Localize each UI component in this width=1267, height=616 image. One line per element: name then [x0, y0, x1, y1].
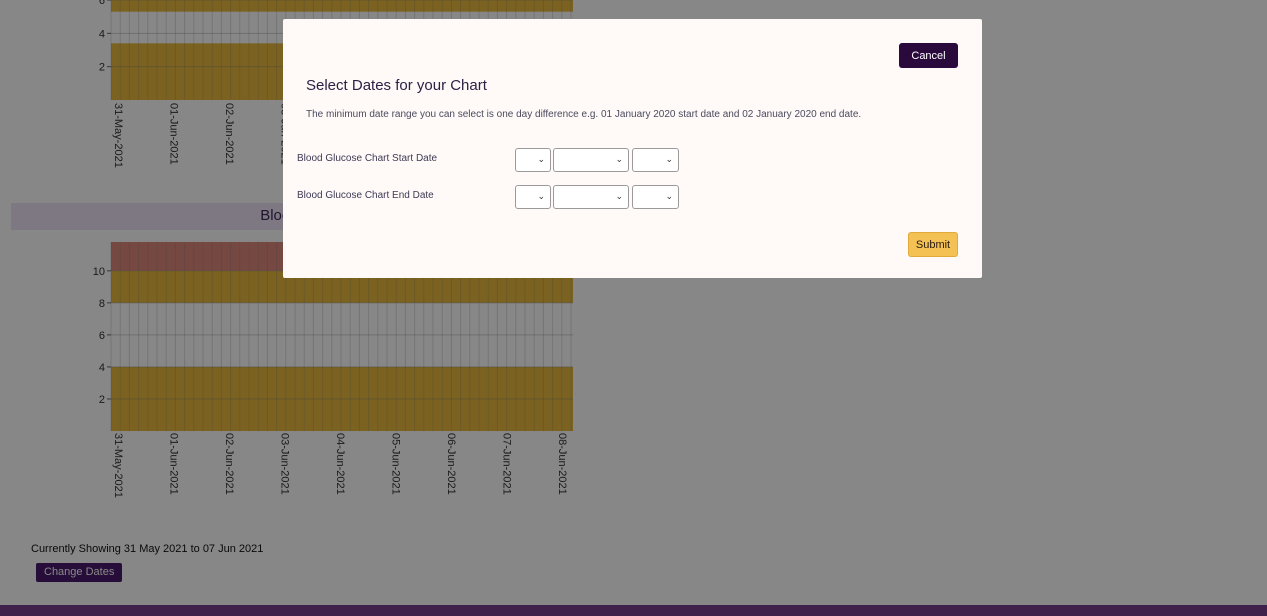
start-day-select[interactable]: ⌄: [515, 148, 551, 172]
modal-title: Select Dates for your Chart: [306, 77, 487, 94]
start-year-select[interactable]: ⌄: [632, 148, 679, 172]
submit-button[interactable]: Submit: [908, 232, 958, 257]
chevron-down-icon: ⌄: [665, 154, 673, 164]
end-date-row: Blood Glucose Chart End Date ⌄ ⌄ ⌄: [297, 185, 697, 209]
chevron-down-icon: ⌄: [665, 191, 673, 201]
cancel-button[interactable]: Cancel: [899, 43, 958, 68]
chevron-down-icon: ⌄: [615, 191, 623, 201]
chevron-down-icon: ⌄: [615, 154, 623, 164]
start-date-row: Blood Glucose Chart Start Date ⌄ ⌄ ⌄: [297, 148, 697, 172]
end-year-select[interactable]: ⌄: [632, 185, 679, 209]
start-date-label: Blood Glucose Chart Start Date: [297, 153, 438, 164]
chevron-down-icon: ⌄: [537, 191, 545, 201]
end-date-label: Blood Glucose Chart End Date: [297, 190, 434, 201]
modal-description: The minimum date range you can select is…: [306, 109, 862, 120]
date-select-modal: Cancel Select Dates for your Chart The m…: [283, 19, 982, 278]
chevron-down-icon: ⌄: [537, 154, 545, 164]
start-month-select[interactable]: ⌄: [553, 148, 629, 172]
end-month-select[interactable]: ⌄: [553, 185, 629, 209]
end-day-select[interactable]: ⌄: [515, 185, 551, 209]
